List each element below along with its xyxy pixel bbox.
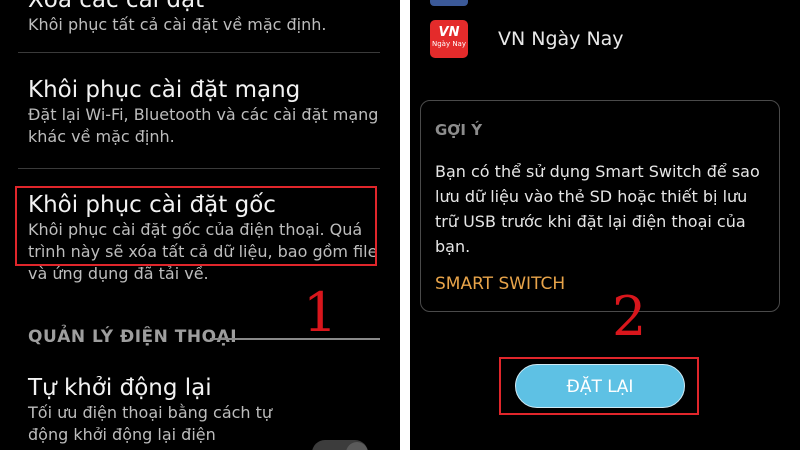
app-label: VN Ngày Nay bbox=[498, 28, 624, 50]
app-icon-logo-subtext: Ngày Nay bbox=[431, 40, 466, 48]
setting-reset-network[interactable]: Khôi phục cài đặt mạng Đặt lại Wi-Fi, Bl… bbox=[28, 76, 388, 148]
app-icon-logo-text: VN bbox=[438, 25, 460, 40]
vn-ngay-nay-app-icon: VN Ngày Nay bbox=[430, 20, 468, 58]
factory-reset-highlight-box bbox=[15, 186, 377, 266]
section-header-phone-management: QUẢN LÝ ĐIỆN THOẠI bbox=[28, 327, 238, 347]
setting-title: Tự khởi động lại bbox=[28, 375, 212, 401]
tip-heading: GỢI Ý bbox=[435, 121, 483, 139]
setting-title: Xóa các cài đặt bbox=[28, 0, 205, 13]
setting-description: Khôi phục tất cả cài đặt về mặc định. bbox=[28, 15, 327, 34]
reset-button[interactable]: ĐẶT LẠI bbox=[515, 364, 685, 408]
step-number-1: 1 bbox=[303, 281, 338, 344]
section-header-line bbox=[210, 338, 380, 340]
step-number-2: 2 bbox=[612, 285, 647, 348]
facebook-app-icon bbox=[430, 0, 468, 6]
right-phone-screen: VN Ngày Nay VN Ngày Nay GỢI Ý Bạn có thể… bbox=[410, 0, 800, 450]
tip-body: Bạn có thể sử dụng Smart Switch để sao l… bbox=[435, 162, 760, 256]
setting-description: Đặt lại Wi-Fi, Bluetooth và các cài đặt … bbox=[28, 105, 379, 146]
setting-title: Khôi phục cài đặt mạng bbox=[28, 77, 301, 103]
setting-auto-restart[interactable]: Tự khởi động lại Tối ưu điện thoại bằng … bbox=[28, 374, 388, 446]
divider bbox=[18, 52, 380, 53]
setting-reset-all[interactable]: Xóa các cài đặt Khôi phục tất cả cài đặt… bbox=[28, 0, 388, 36]
divider bbox=[18, 168, 380, 169]
tip-card: GỢI Ý Bạn có thể sử dụng Smart Switch để… bbox=[420, 100, 780, 312]
left-phone-screen: Xóa các cài đặt Khôi phục tất cả cài đặt… bbox=[0, 0, 400, 450]
smart-switch-link[interactable]: SMART SWITCH bbox=[435, 274, 565, 294]
auto-restart-toggle[interactable] bbox=[312, 440, 368, 450]
setting-description: Tối ưu điện thoại bằng cách tự động khởi… bbox=[28, 403, 273, 444]
